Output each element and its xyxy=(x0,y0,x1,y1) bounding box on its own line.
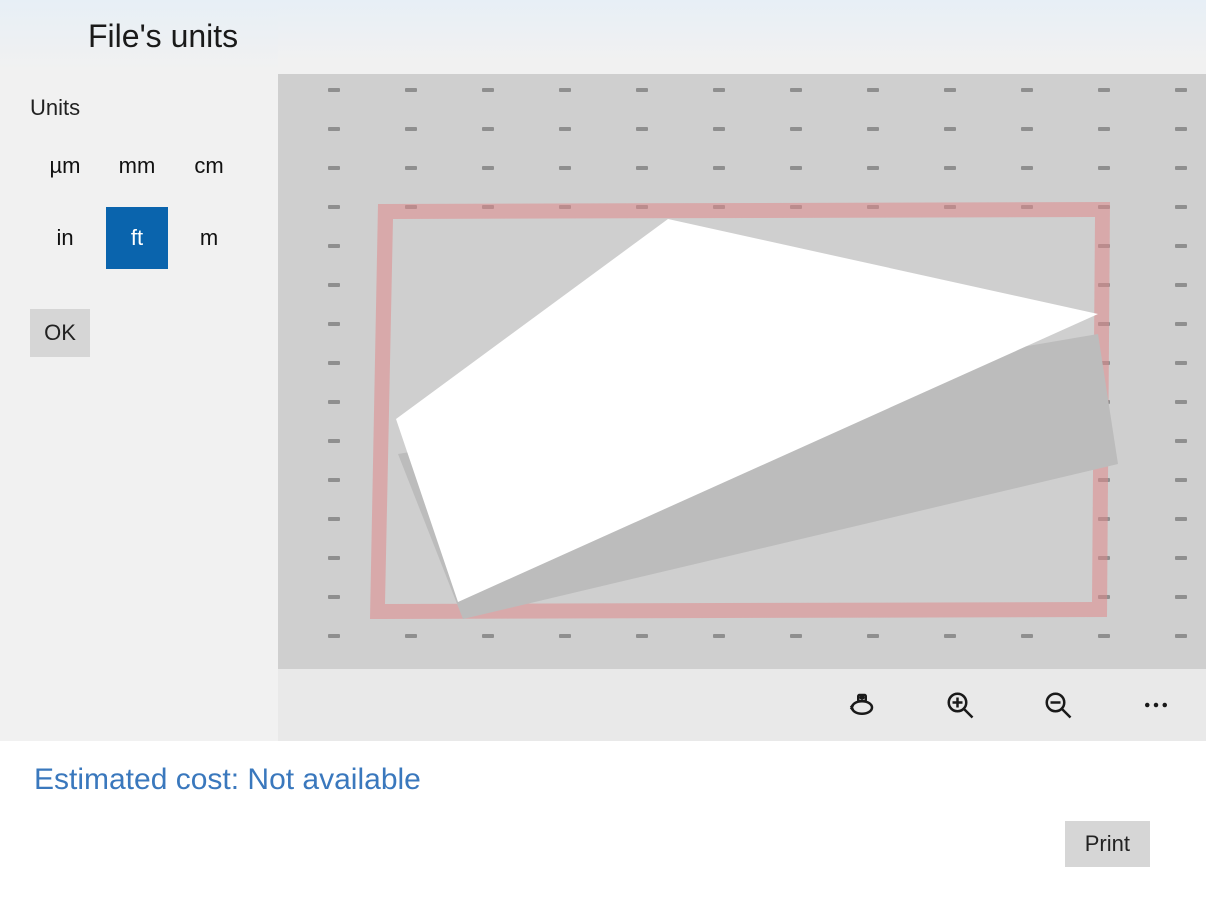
print-button[interactable]: Print xyxy=(1065,821,1150,867)
units-section-label: Units xyxy=(30,95,248,121)
page-title: File's units xyxy=(30,0,248,95)
estimated-cost-label: Estimated cost: Not available xyxy=(34,763,1172,797)
unit-option-mm[interactable]: mm xyxy=(106,135,168,197)
units-grid: µm mm cm in ft m xyxy=(34,135,248,269)
unit-option-ft[interactable]: ft xyxy=(106,207,168,269)
unit-option-in[interactable]: in xyxy=(34,207,96,269)
unit-option-cm[interactable]: cm xyxy=(178,135,240,197)
ok-button[interactable]: OK xyxy=(30,309,90,357)
rotate-view-icon[interactable] xyxy=(842,685,882,725)
preview-canvas[interactable] xyxy=(278,74,1206,669)
more-icon[interactable] xyxy=(1136,685,1176,725)
unit-option-um[interactable]: µm xyxy=(34,135,96,197)
unit-option-m[interactable]: m xyxy=(178,207,240,269)
footer: Estimated cost: Not available Print xyxy=(0,741,1206,903)
zoom-in-icon[interactable] xyxy=(940,685,980,725)
units-sidebar: File's units Units µm mm cm in ft m OK xyxy=(0,0,278,741)
preview-toolbar xyxy=(278,669,1206,741)
zoom-out-icon[interactable] xyxy=(1038,685,1078,725)
